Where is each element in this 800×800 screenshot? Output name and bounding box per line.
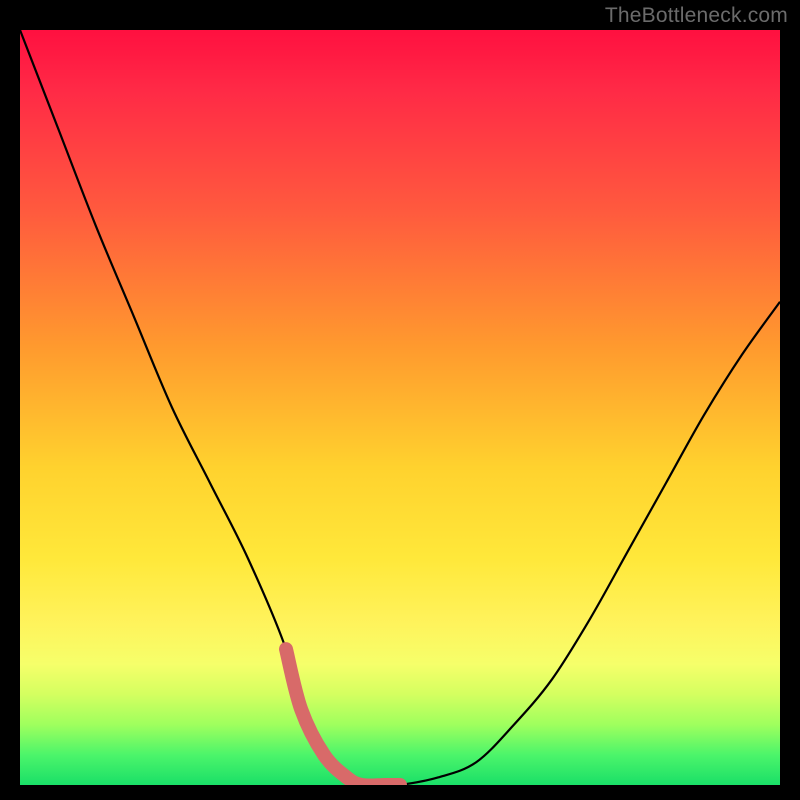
bottleneck-curve (20, 30, 780, 785)
curve-highlight (286, 649, 400, 785)
watermark-text: TheBottleneck.com (605, 4, 788, 28)
curve-path (20, 30, 780, 785)
chart-frame: TheBottleneck.com (0, 0, 800, 800)
plot-area (20, 30, 780, 785)
